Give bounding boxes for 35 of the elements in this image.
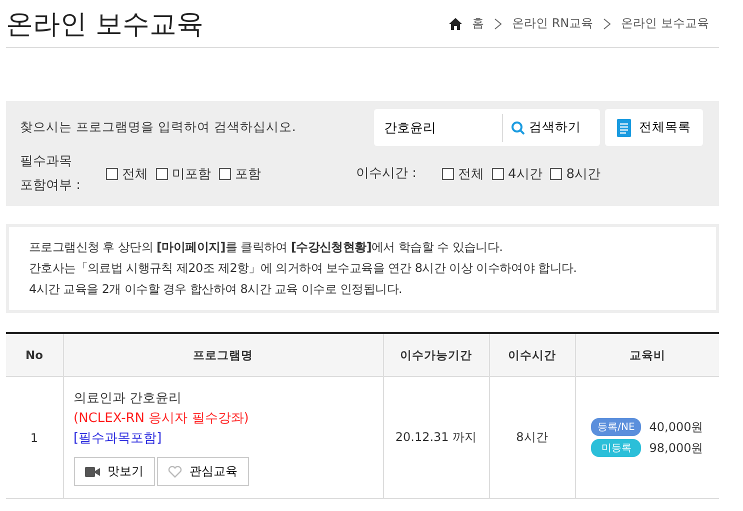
filter-checkbox[interactable]: 8시간 [550,165,601,183]
table-cell: 1 [6,376,63,498]
preview-button[interactable]: 맛보기 [74,457,154,486]
price-text: 98,000원 [649,440,704,456]
table-cell: 8시간 [489,376,575,498]
breadcrumb-link[interactable]: 온라인 RN교육 [512,15,594,32]
column-header: 이수시간 [489,333,575,376]
page-title: 온라인 보수교육 [6,8,204,42]
filter-checkbox[interactable]: 전체 [106,165,148,183]
status-badge: 등록/NE [591,418,642,436]
search-hint: 찾으시는 프로그램명을 입력하여 검색하십시오. [20,119,297,136]
table-cell: 20.12.31 까지 [383,376,489,498]
notice-text: 간호사는「의료법 시행규칙 제20조 제2항」에 의거하여 보수교육을 연간 8시간 이상 이수하여야 합니다. [29,260,578,277]
column-header: 프로그램명 [63,333,383,376]
favorite-button[interactable]: 관심교육 [156,457,248,486]
filter-label: 이수시간 : [356,165,418,183]
filter-checkbox[interactable]: 전체 [442,165,484,183]
column-header: 교육비 [575,333,719,376]
notice-text: 프로그램신청 후 상단의 [마이페이지]를 클릭하여 [수강신청현황]에서 학습할 수 있습니다. [29,239,504,256]
filter-checkbox[interactable]: 미포함 [156,165,211,183]
filter-checkbox[interactable]: 포함 [219,165,261,183]
column-header: 이수가능기간 [383,333,489,376]
price-text: 40,000원 [649,418,704,436]
filter-checkbox[interactable]: 4시간 [492,165,542,183]
filter-label: 필수과목 포함여부 : [20,153,82,195]
full-list-button[interactable]: 전체목록 [605,109,703,146]
status-badge: 미등록 [591,439,642,457]
breadcrumb-link[interactable]: 홈 [472,15,484,32]
program-title[interactable]: 의료인과 간호윤리 [74,389,372,409]
program-note: (NCLEX-RN 응시자 필수강좌) [74,410,250,428]
search-field[interactable]: 간호윤리 검색하기 [374,109,600,146]
program-tag: [필수과목포함] [74,429,372,449]
notice-text: 4시간 교육을 2개 이수할 경우 합산하여 8시간 교육 이수로 인정됩니다. [29,281,404,298]
breadcrumb-link[interactable]: 온라인 보수교육 [621,15,709,32]
column-header: No [6,333,63,376]
